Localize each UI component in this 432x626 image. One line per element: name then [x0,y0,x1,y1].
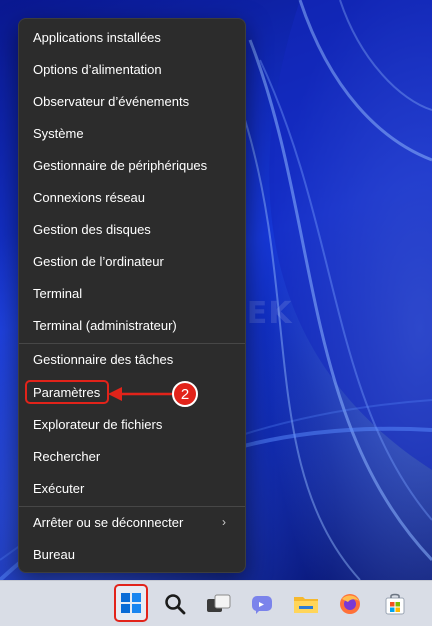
menu-item-device-manager[interactable]: Gestionnaire de périphériques [24,150,240,180]
search-icon [165,594,186,615]
menu-item-task-manager[interactable]: Gestionnaire des tâches [24,344,240,374]
menu-item-file-explorer[interactable]: Explorateur de fichiers [24,409,240,439]
menu-item-search[interactable]: Rechercher [24,441,240,471]
menu-item-installed-apps[interactable]: Applications installées [24,22,240,52]
windows-start-icon [121,593,141,613]
chevron-right-icon: › [222,515,226,529]
menu-item-label: Rechercher [33,448,101,464]
menu-item-label: Arrêter ou se déconnecter [33,514,184,530]
menu-item-network-connections[interactable]: Connexions réseau [24,182,240,212]
store-button[interactable] [380,589,410,619]
taskbar [0,580,432,626]
start-button[interactable] [114,584,148,622]
menu-item-terminal-admin[interactable]: Terminal (administrateur) [24,310,240,340]
menu-item-label: Applications installées [33,29,161,45]
menu-item-label: Explorateur de fichiers [33,416,163,432]
task-view-button[interactable] [204,589,234,619]
teams-chat-icon [252,596,272,614]
task-view-icon [207,594,231,612]
menu-item-label: Système [33,125,84,141]
menu-item-label: Bureau [33,546,75,562]
firefox-button[interactable] [335,589,365,619]
menu-item-run[interactable]: Exécuter [24,473,240,503]
menu-item-label: Gestion de l’ordinateur [33,253,164,269]
menu-item-event-viewer[interactable]: Observateur d’événements [24,86,240,116]
firefox-icon [340,594,360,614]
menu-item-system[interactable]: Système [24,118,240,148]
settings-highlight-box [25,380,109,404]
menu-item-label: Gestion des disques [33,221,151,237]
menu-item-label: Options d’alimentation [33,61,162,77]
menu-item-terminal[interactable]: Terminal [24,278,240,308]
menu-item-shutdown-signout[interactable]: Arrêter ou se déconnecter › [24,507,240,537]
annotation-badge-2: 2 [172,381,198,407]
menu-item-label: Terminal (administrateur) [33,317,177,333]
search-button[interactable] [160,589,190,619]
menu-item-label: Gestionnaire des tâches [33,351,174,367]
file-explorer-icon [294,597,318,613]
annotation-arrow-2 [108,387,176,401]
file-explorer-button[interactable] [291,589,321,619]
menu-item-label: Gestionnaire de périphériques [33,157,208,173]
menu-item-label: Observateur d’événements [33,93,190,109]
menu-item-disk-management[interactable]: Gestion des disques [24,214,240,244]
menu-item-desktop[interactable]: Bureau [24,539,240,569]
winx-context-menu: Applications installées Options d’alimen… [18,18,246,573]
menu-item-power-options[interactable]: Options d’alimentation [24,54,240,84]
menu-item-label: Terminal [33,285,83,301]
menu-item-computer-management[interactable]: Gestion de l’ordinateur [24,246,240,276]
menu-item-label: Connexions réseau [33,189,146,205]
chat-button[interactable] [247,589,277,619]
microsoft-store-icon [385,593,405,615]
menu-item-label: Exécuter [33,480,85,496]
